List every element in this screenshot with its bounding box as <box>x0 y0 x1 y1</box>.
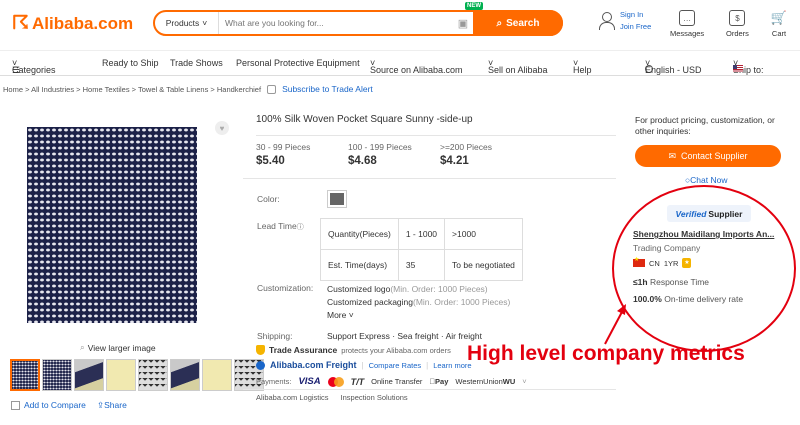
divider <box>256 135 616 136</box>
customization-options: Customized logo(Min. Order: 1000 Pieces)… <box>327 284 511 322</box>
thumbnail[interactable] <box>42 359 72 391</box>
messages-button[interactable]: … Messages <box>670 10 704 38</box>
nav-ship-to[interactable]: Ship to: ˅ <box>733 58 764 75</box>
thumbnail[interactable] <box>202 359 232 391</box>
compare-checkbox[interactable] <box>11 400 20 410</box>
main-nav: ☰ Categories ˅ Ready to Ship Trade Shows… <box>0 50 800 76</box>
compare-rates-link[interactable]: Compare Rates <box>369 361 422 370</box>
alert-icon <box>267 84 277 94</box>
logistics-links: Alibaba.com Logistics Inspection Solutio… <box>256 393 408 402</box>
freight-icon <box>256 360 265 370</box>
shield-icon <box>256 345 265 355</box>
nav-ppe[interactable]: Personal Protective Equipment <box>236 58 360 68</box>
alibaba-freight: Alibaba.com Freight | Compare Rates | Le… <box>256 360 472 370</box>
search-input[interactable] <box>219 12 453 34</box>
divider <box>243 389 616 390</box>
thumbnail[interactable] <box>170 359 200 391</box>
price-tier: 100 - 199 Pieces $4.68 <box>348 142 412 167</box>
nav-help[interactable]: Help ˅ <box>573 58 592 75</box>
product-title: 100% Silk Woven Pocket Square Sunny -sid… <box>256 114 473 125</box>
cart-icon: 🛒 <box>770 10 788 25</box>
thumbnail[interactable] <box>106 359 136 391</box>
trade-assurance[interactable]: Trade Assurance protects your Alibaba.co… <box>256 345 451 355</box>
zoom-icon: ⌕ <box>80 342 85 352</box>
info-icon: ⓘ <box>296 224 304 231</box>
annotation-label: High level company metrics <box>467 342 745 365</box>
account-area: Sign In Join Free <box>598 10 651 31</box>
tt-icon: T/T <box>350 376 365 387</box>
nav-language[interactable]: English - USD ˅ <box>645 58 702 75</box>
thumbnail[interactable] <box>138 359 168 391</box>
orders-icon: $ <box>729 10 746 26</box>
price-tier: 30 - 99 Pieces $5.40 <box>256 142 311 167</box>
search-category-select[interactable]: Products ˅ <box>155 12 219 34</box>
price-tier: >=200 Pieces $4.21 <box>440 142 492 167</box>
nav-source-on[interactable]: Source on Alibaba.com ˅ <box>370 58 463 75</box>
thumbnail[interactable] <box>10 359 40 391</box>
shipping-label: Shipping: <box>257 331 293 341</box>
breadcrumb: Home > All Industries > Home Textiles > … <box>3 84 373 94</box>
inquiry-text: For product pricing, customization, or o… <box>635 115 775 136</box>
us-flag-icon <box>733 65 743 72</box>
mail-icon: ✉ <box>668 150 676 161</box>
chevron-down-icon: ˅ <box>202 18 208 28</box>
more-button[interactable]: More ˅ <box>327 309 510 322</box>
lead-time-table: Quantity(Pieces) 1 - 1000 >1000 Est. Time(… <box>320 218 523 281</box>
search-bar: Products˅ ▣ NEW ⌕ Search <box>153 2 563 36</box>
nav-trade-shows[interactable]: Trade Shows <box>170 58 223 68</box>
search-icon: ⌕ <box>496 17 503 29</box>
view-larger-image[interactable]: ⌕ View larger image <box>80 342 156 353</box>
lead-time-label: Lead Timeⓘ <box>257 221 304 231</box>
favorite-heart-icon[interactable]: ♥ <box>215 121 229 135</box>
logistics-link[interactable]: Alibaba.com Logistics <box>256 393 329 402</box>
nav-categories[interactable]: ☰ Categories ˅ <box>12 58 56 75</box>
new-badge: NEW <box>465 2 483 10</box>
product-main-image[interactable] <box>27 127 197 323</box>
price-tiers: 30 - 99 Pieces $5.40 100 - 199 Pieces $4.6… <box>256 142 532 167</box>
visa-icon: VISA <box>298 376 321 387</box>
nav-ready-to-ship[interactable]: Ready to Ship <box>102 58 159 68</box>
thumbnail[interactable] <box>74 359 104 391</box>
chat-now-link[interactable]: ○Chat Now <box>685 175 727 185</box>
western-union-icon: WesternUnionWU <box>449 377 515 386</box>
inspection-link[interactable]: Inspection Solutions <box>341 393 408 402</box>
nav-sell-on[interactable]: Sell on Alibaba ˅ <box>488 58 548 75</box>
customization-label: Customization: <box>257 283 314 293</box>
thumbnail-strip <box>10 359 264 391</box>
cart-button[interactable]: 🛒 Cart <box>771 10 787 38</box>
mastercard-icon <box>327 376 344 387</box>
alibaba-logo-icon: ☈ <box>12 13 30 34</box>
chevron-down-icon[interactable]: ˅ <box>522 377 526 386</box>
divider <box>243 178 616 179</box>
payment-methods: Payments: VISA T/T Online Transfer Pay … <box>256 376 527 387</box>
message-icon: … <box>679 10 696 26</box>
camera-icon[interactable]: ▣ <box>453 17 473 30</box>
subscribe-alert-link[interactable]: Subscribe to Trade Alert <box>282 84 373 94</box>
color-label: Color: <box>257 194 280 204</box>
learn-more-link[interactable]: Learn more <box>433 361 471 370</box>
search-button[interactable]: NEW ⌕ Search <box>465 2 563 36</box>
shipping-methods: Support Express · Sea freight · Air frei… <box>327 331 482 341</box>
add-to-compare[interactable]: Add to Compare <box>11 400 86 410</box>
alibaba-logo[interactable]: ☈ Alibaba.com <box>12 12 133 35</box>
sign-in-link[interactable]: Sign In <box>620 10 651 19</box>
user-icon <box>598 11 615 30</box>
contact-supplier-button[interactable]: ✉ Contact Supplier <box>635 145 781 167</box>
share-button[interactable]: ⇪Share <box>97 400 127 411</box>
orders-button[interactable]: $ Orders <box>726 10 749 38</box>
color-swatch[interactable] <box>327 190 347 208</box>
apple-pay-icon: Pay <box>429 377 448 386</box>
join-free-link[interactable]: Join Free <box>620 22 651 31</box>
